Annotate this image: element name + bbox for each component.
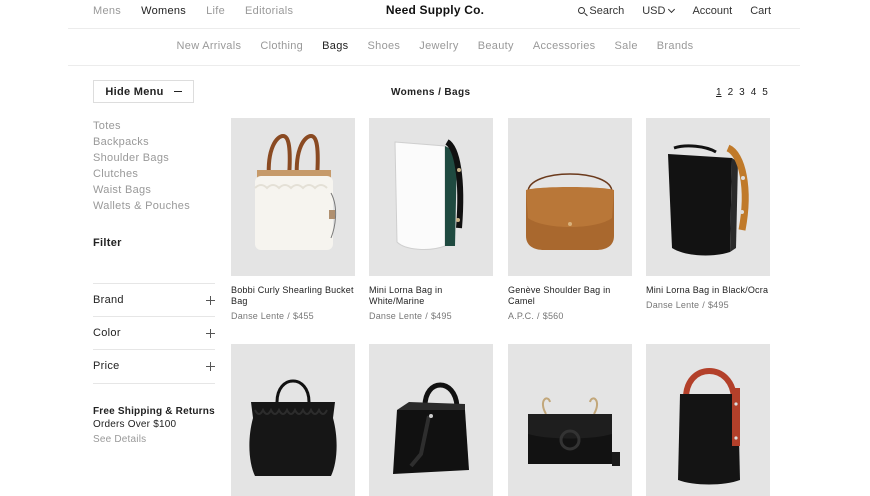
product-name[interactable]: Mini Lorna Bag in Black/Ocra	[646, 285, 770, 296]
account-link[interactable]: Account	[692, 5, 732, 17]
product-card[interactable]	[646, 344, 770, 496]
filter-title: Filter	[93, 237, 122, 249]
product-image[interactable]	[231, 118, 355, 276]
subcat-wallets-pouches[interactable]: Wallets & Pouches	[93, 198, 190, 214]
product-image[interactable]	[646, 118, 770, 276]
white-bucket-bag-image	[394, 139, 464, 250]
product-card[interactable]: Genève Shoulder Bag in Camel A.P.C. / $560	[508, 118, 632, 321]
product-card[interactable]: Mini Lorna Bag in White/Marine Danse Len…	[369, 118, 493, 321]
product-card[interactable]	[231, 344, 355, 496]
shipping-promo: Free Shipping & Returns Orders Over $100…	[93, 405, 215, 446]
product-meta: A.P.C. / $560	[508, 311, 564, 321]
facet-color[interactable]: Color	[93, 316, 215, 349]
facet-brand[interactable]: Brand	[93, 283, 215, 316]
product-price: $495	[430, 311, 452, 321]
page-link[interactable]: 2	[728, 87, 734, 98]
top-nav: Mens Womens Life Editorials Need Supply …	[0, 0, 870, 28]
facet-divider	[93, 383, 215, 384]
product-price: $455	[292, 311, 314, 321]
product-name[interactable]: Bobbi Curly Shearling Bucket Bag	[231, 285, 355, 307]
search-label: Search	[589, 5, 625, 17]
black-ocra-bucket-bag-image	[668, 144, 749, 256]
subcat-shoulder-bags[interactable]: Shoulder Bags	[93, 150, 190, 166]
black-ring-shoulder-bag-image	[528, 397, 620, 466]
product-brand: A.P.C.	[508, 311, 535, 321]
product-brand: Danse Lente	[646, 300, 700, 310]
cat-new-arrivals[interactable]: New Arrivals	[177, 40, 242, 52]
product-image[interactable]	[508, 118, 632, 276]
hide-menu-button[interactable]: Hide Menu	[93, 80, 194, 103]
product-image[interactable]	[508, 344, 632, 496]
black-gathered-tote-image	[249, 379, 337, 476]
facet-label: Price	[93, 360, 120, 372]
subcat-clutches[interactable]: Clutches	[93, 166, 190, 182]
shipping-title: Free Shipping & Returns	[93, 406, 215, 417]
minus-icon	[173, 91, 182, 92]
facet-price[interactable]: Price	[93, 349, 215, 382]
product-brand: Danse Lente	[231, 311, 285, 321]
header-divider	[68, 28, 800, 29]
product-image[interactable]	[231, 344, 355, 496]
facet-label: Color	[93, 327, 121, 339]
chevron-down-icon	[668, 5, 676, 13]
product-card[interactable]: Mini Lorna Bag in Black/Ocra Danse Lente…	[646, 118, 770, 310]
cat-beauty[interactable]: Beauty	[478, 40, 514, 52]
page-link[interactable]: 4	[751, 87, 757, 98]
page-link[interactable]: 5	[762, 87, 768, 98]
product-name[interactable]: Mini Lorna Bag in White/Marine	[369, 285, 493, 307]
product-name[interactable]: Genève Shoulder Bag in Camel	[508, 285, 632, 307]
plus-icon	[206, 361, 215, 371]
product-card[interactable]	[508, 344, 632, 496]
cat-jewelry[interactable]: Jewelry	[419, 40, 458, 52]
subcat-totes[interactable]: Totes	[93, 118, 190, 134]
product-meta: Danse Lente / $455	[231, 311, 314, 321]
product-image[interactable]	[369, 118, 493, 276]
cart-link[interactable]: Cart	[750, 5, 771, 17]
currency-label: USD	[642, 5, 666, 17]
product-card[interactable]	[369, 344, 493, 496]
plus-icon	[206, 295, 215, 305]
product-meta: Danse Lente / $495	[369, 311, 452, 321]
product-image[interactable]	[646, 344, 770, 496]
search-icon	[578, 6, 586, 14]
product-price: $560	[542, 311, 564, 321]
cat-shoes[interactable]: Shoes	[368, 40, 401, 52]
currency-select[interactable]: USD	[642, 5, 676, 17]
cat-clothing[interactable]: Clothing	[260, 40, 303, 52]
shearling-bucket-bag-image	[254, 133, 337, 250]
product-meta: Danse Lente / $495	[646, 300, 729, 310]
category-nav: New Arrivals Clothing Bags Shoes Jewelry…	[0, 40, 870, 52]
subcategory-list: Totes Backpacks Shoulder Bags Clutches W…	[93, 118, 190, 214]
page-link[interactable]: 1	[716, 87, 722, 98]
subcat-waist-bags[interactable]: Waist Bags	[93, 182, 190, 198]
cat-bags[interactable]: Bags	[322, 40, 348, 52]
search-button[interactable]: Search	[578, 5, 624, 17]
camel-saddle-bag-image	[526, 173, 614, 250]
black-red-bucket-bag-image	[678, 368, 740, 485]
see-details-link[interactable]: See Details	[93, 433, 215, 446]
cat-brands[interactable]: Brands	[657, 40, 694, 52]
subcat-backpacks[interactable]: Backpacks	[93, 134, 190, 150]
cat-sale[interactable]: Sale	[615, 40, 638, 52]
pagination: 1 2 3 4 5	[716, 87, 774, 98]
breadcrumb: Womens / Bags	[391, 87, 471, 98]
facet-label: Brand	[93, 294, 124, 306]
product-image[interactable]	[369, 344, 493, 496]
black-structured-tote-image	[393, 382, 469, 474]
category-divider	[68, 65, 800, 66]
hide-menu-label: Hide Menu	[105, 85, 164, 98]
page-link[interactable]: 3	[739, 87, 745, 98]
product-card[interactable]: Bobbi Curly Shearling Bucket Bag Danse L…	[231, 118, 355, 321]
plus-icon	[206, 328, 215, 338]
product-brand: Danse Lente	[369, 311, 423, 321]
product-price: $495	[707, 300, 729, 310]
utility-nav: Search USD Account Cart	[560, 5, 771, 17]
cat-accessories[interactable]: Accessories	[533, 40, 596, 52]
shipping-subtitle: Orders Over $100	[93, 419, 177, 430]
